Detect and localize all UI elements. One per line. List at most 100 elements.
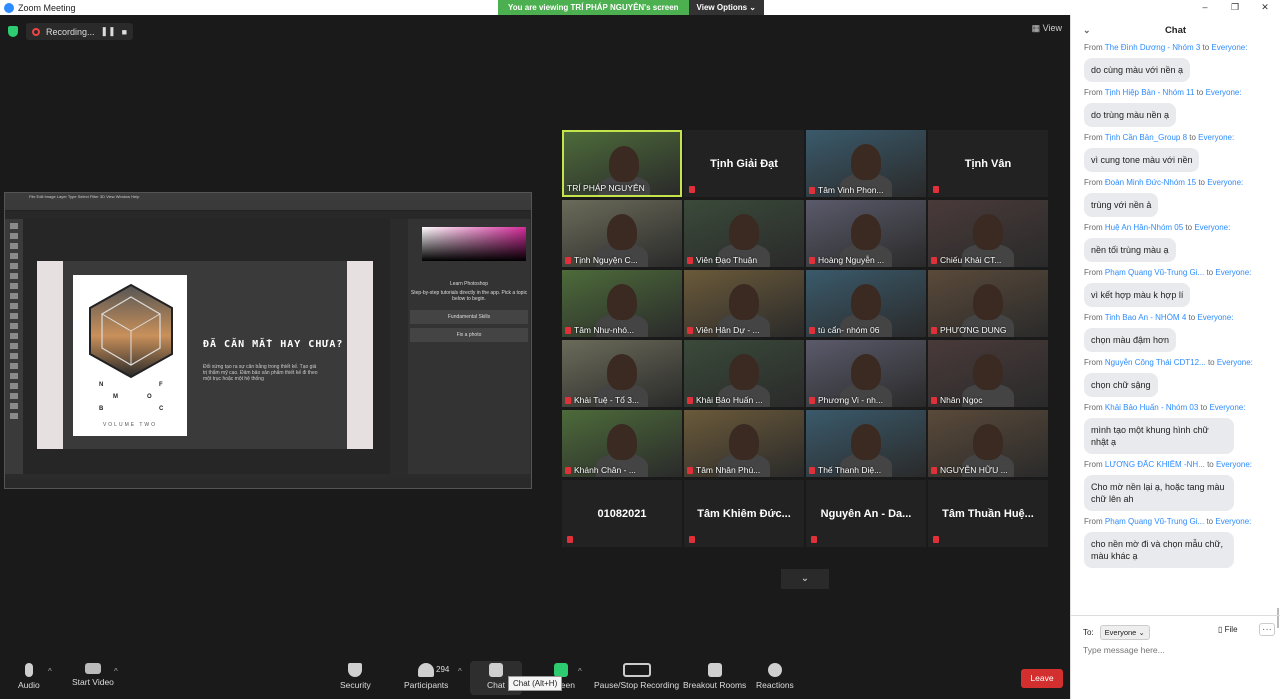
leave-button[interactable]: Leave: [1021, 669, 1063, 688]
participant-tile[interactable]: Khải Bảo Huấn ...: [684, 340, 804, 407]
grid-more-button[interactable]: ⌄: [781, 569, 829, 589]
participant-tile[interactable]: Nhân Ngọc: [928, 340, 1048, 407]
share-caret[interactable]: ^: [578, 667, 582, 676]
view-button[interactable]: ▦ View: [1032, 23, 1062, 34]
chat-sender[interactable]: Tịnh Cần Bản_Group 8: [1105, 133, 1187, 142]
breakout-rooms-button[interactable]: Breakout Rooms: [683, 663, 746, 690]
chat-sender[interactable]: Phạm Quang Vũ-Trung Gi...: [1105, 517, 1204, 526]
participant-tile[interactable]: Khánh Chân - ...: [562, 410, 682, 477]
participants-caret[interactable]: ^: [458, 667, 462, 676]
file-button[interactable]: ▯ File: [1218, 625, 1238, 634]
view-options-button[interactable]: View Options ⌄: [688, 0, 764, 15]
participant-tile[interactable]: Hoàng Nguyễn ...: [806, 200, 926, 267]
participant-tile[interactable]: Tịnh Giải Đạt: [684, 130, 804, 197]
start-video-button[interactable]: Start Video: [72, 663, 114, 687]
chat-sender-line: From Tịnh Hiệp Bản - Nhóm 11 to Everyone…: [1084, 88, 1242, 97]
participant-tile[interactable]: Tâm Vinh Phon...: [806, 130, 926, 197]
audio-caret[interactable]: ^: [48, 667, 52, 676]
chat-bubble: trùng với nền ả: [1084, 193, 1159, 217]
muted-mic-icon: [565, 467, 571, 475]
recipient-select[interactable]: Everyone ⌄: [1099, 625, 1150, 640]
participant-name: Chiếu Khải CT...: [931, 255, 1001, 265]
chat-sender[interactable]: Tinh Bao An - NHÓM 4: [1105, 313, 1187, 322]
muted-mic-icon: [689, 186, 695, 193]
participant-tile[interactable]: tú cẩn- nhóm 06: [806, 270, 926, 337]
participant-tile[interactable]: Tịnh Vân: [928, 130, 1048, 197]
chat-recipient: Everyone:: [1215, 517, 1252, 526]
chat-sender[interactable]: Nguyễn Công Thái CDT12...: [1105, 358, 1206, 367]
muted-mic-icon: [809, 397, 815, 405]
chat-bubble: vì cung tone màu với nền: [1084, 148, 1200, 172]
file-icon: ▯: [1218, 625, 1223, 634]
shared-screen: File Edit Image Layer Type Select Filter…: [4, 192, 532, 489]
audio-button[interactable]: Audio: [18, 663, 40, 690]
chat-message-input[interactable]: [1083, 645, 1263, 655]
chat-message: From Khải Bảo Huấn - Nhóm 03 to Everyone…: [1071, 403, 1271, 454]
minimize-button[interactable]: –: [1190, 0, 1220, 15]
reactions-button[interactable]: Reactions: [756, 663, 794, 690]
chat-sender[interactable]: Phạm Quang Vũ-Trung Gi...: [1105, 268, 1204, 277]
participant-tile[interactable]: Tâm Nhân Phú...: [684, 410, 804, 477]
close-button[interactable]: ✕: [1250, 0, 1280, 15]
participant-tile[interactable]: Nguyên An - Da...: [806, 480, 926, 547]
record-icon: [32, 27, 40, 36]
participant-tile[interactable]: Thế Thanh Diệ...: [806, 410, 926, 477]
chat-sender-line: From Tinh Bao An - NHÓM 4 to Everyone:: [1084, 313, 1234, 322]
video-caret[interactable]: ^: [114, 667, 118, 676]
participant-tile[interactable]: Viên Đạo Thuận: [684, 200, 804, 267]
chat-sender[interactable]: Khải Bảo Huấn - Nhóm 03: [1105, 403, 1198, 412]
muted-mic-icon: [687, 257, 693, 265]
participant-name: Khải Bảo Huấn ...: [687, 395, 763, 405]
participant-tile[interactable]: 01082021: [562, 480, 682, 547]
chat-recipient: Everyone:: [1209, 403, 1246, 412]
chat-sender[interactable]: Tịnh Hiệp Bản - Nhóm 11: [1105, 88, 1195, 97]
chat-sender[interactable]: LƯƠNG ĐẮC KHIÊM -NH...: [1105, 460, 1205, 469]
more-options-button[interactable]: ···: [1259, 623, 1275, 636]
participant-video: [607, 424, 637, 460]
slide-title: ĐÃ CĂN MẮT HAY CHƯA?: [203, 339, 344, 350]
participant-tile[interactable]: Tâm Khiêm Đức...: [684, 480, 804, 547]
recording-button-label: Pause/Stop Recording: [594, 680, 680, 690]
chat-sender-line: From LƯƠNG ĐẮC KHIÊM -NH... to Everyone:: [1084, 460, 1252, 469]
color-picker: [422, 227, 526, 261]
participant-tile[interactable]: Chiếu Khải CT...: [928, 200, 1048, 267]
shield-icon: [348, 663, 363, 677]
chat-sender[interactable]: Huệ An Hân-Nhóm 05: [1105, 223, 1183, 232]
participant-video: [973, 424, 1003, 460]
security-button[interactable]: Security: [340, 663, 371, 690]
ps-canvas: N F M O B C VOLUME TWO ĐÃ CĂN MẮT HAY CH…: [23, 219, 390, 474]
participant-video: [973, 284, 1003, 320]
ps-statusbar: [5, 478, 531, 488]
participant-tile[interactable]: Khải Tuệ - Tổ 3...: [562, 340, 682, 407]
chat-sender[interactable]: Đoàn Minh Đức-Nhóm 15: [1105, 178, 1196, 187]
participant-tile[interactable]: Tâm Như-nhó...: [562, 270, 682, 337]
chat-recipient: Everyone:: [1216, 358, 1253, 367]
chat-message: From Tịnh Cần Bản_Group 8 to Everyone: vì…: [1071, 133, 1271, 172]
muted-mic-icon: [931, 327, 937, 335]
window-controls: – ❐ ✕: [1190, 0, 1280, 15]
card-letter: O: [147, 394, 152, 400]
maximize-button[interactable]: ❐: [1220, 0, 1250, 15]
participant-tile[interactable]: PHƯƠNG DUNG: [928, 270, 1048, 337]
chevron-down-icon[interactable]: ⌄: [1083, 25, 1091, 36]
shield-icon[interactable]: [8, 26, 18, 37]
learn-item: Fix a photo: [410, 328, 528, 342]
pause-recording-button[interactable]: ❚❚: [101, 26, 116, 37]
participant-tile[interactable]: TRÍ PHÁP NGUYÊN: [562, 130, 682, 197]
participant-name: Tịnh Vân: [964, 157, 1012, 170]
card-letter: M: [113, 394, 118, 400]
recording-button[interactable]: Pause/Stop Recording: [594, 663, 679, 690]
participant-video: [607, 284, 637, 320]
participant-tile[interactable]: NGUYỄN HỮU ...: [928, 410, 1048, 477]
chat-messages[interactable]: From The Đình Dương - Nhóm 3 to Everyone…: [1071, 43, 1271, 613]
participant-video: [851, 144, 881, 180]
chat-recipient: Everyone:: [1205, 88, 1242, 97]
participant-tile[interactable]: Phương Vi - nh...: [806, 340, 926, 407]
chat-sender-line: From Nguyễn Công Thái CDT12... to Everyo…: [1084, 358, 1253, 367]
participant-tile[interactable]: Tịnh Nguyện C...: [562, 200, 682, 267]
chat-sender[interactable]: The Đình Dương - Nhóm 3: [1105, 43, 1201, 52]
participants-button[interactable]: Participants 294: [404, 663, 449, 690]
participant-tile[interactable]: Viên Hân Dự - ...: [684, 270, 804, 337]
stop-recording-button[interactable]: ■: [122, 27, 127, 37]
participant-tile[interactable]: Tâm Thuần Huệ...: [928, 480, 1048, 547]
